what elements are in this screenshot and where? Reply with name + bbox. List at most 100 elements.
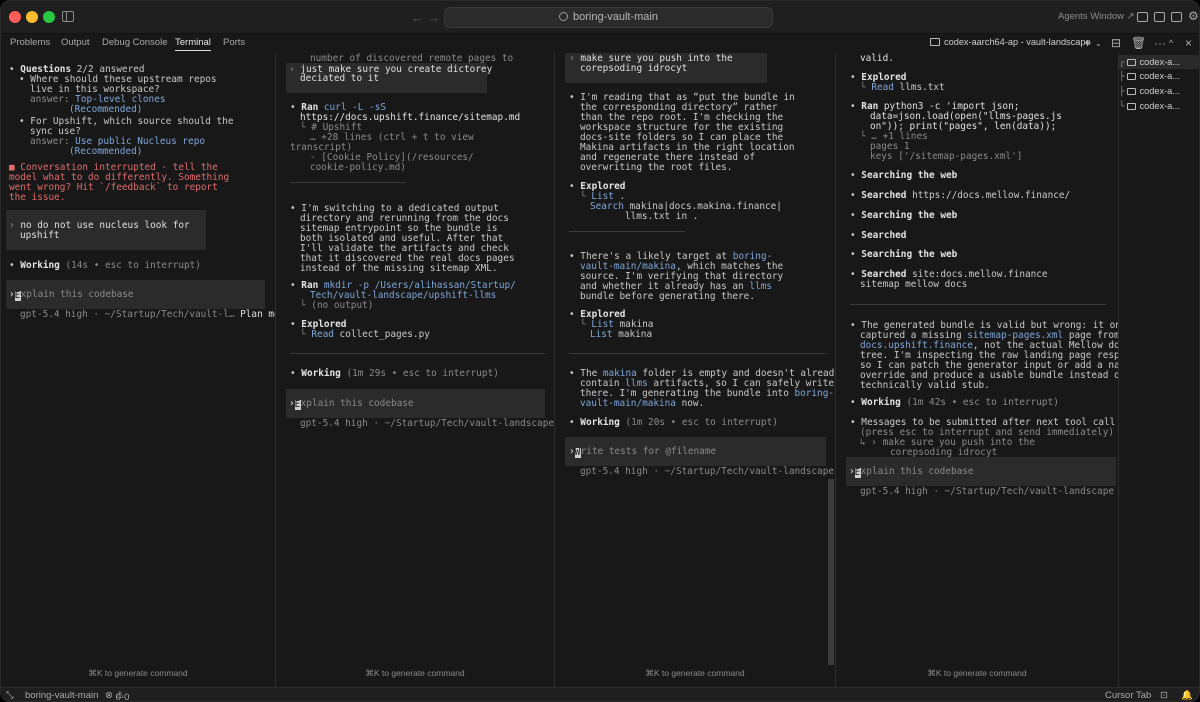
terminal-list-item[interactable]: ┌ codex-a... <box>1119 55 1199 69</box>
forward-arrow-icon[interactable]: → <box>427 10 440 25</box>
ran-output-3: keys ['/sitemap-pages.xml'] <box>870 151 1023 162</box>
tab-terminal[interactable]: Terminal <box>175 37 211 51</box>
cursor-tab-status[interactable]: Cursor Tab <box>1105 690 1151 701</box>
maximize-window-button[interactable] <box>43 11 55 23</box>
user-message-line-2: upshift <box>20 230 60 241</box>
active-terminal-selector[interactable]: codex-aarch64-ap - vault-landscape <box>930 37 1091 47</box>
terminal-pane-1[interactable]: • Questions 2/2 answered • Where should … <box>1 53 276 687</box>
status-bar: ⤡ boring-vault-main ⊗ 0 ⚠ 0 Cursor Tab ⊡… <box>1 687 1199 701</box>
window-title: boring-vault-main <box>573 11 658 23</box>
split-terminal-icon[interactable]: ⊟ <box>1111 36 1121 50</box>
prompt-input[interactable]: ›Explain this codebase <box>289 399 414 410</box>
tab-ports[interactable]: Ports <box>223 37 245 48</box>
remote-icon[interactable]: ⤡ <box>6 690 14 701</box>
read-label: Read <box>311 329 334 340</box>
working-meta: (1m 20s • esc to interrupt) <box>625 417 778 428</box>
prompt-input[interactable]: ›Explain this codebase <box>849 467 974 478</box>
scrolled-text: valid. <box>860 53 894 64</box>
explored-list-2: List makina <box>590 330 652 340</box>
generate-command-hint: ⌘K to generate command <box>365 668 465 678</box>
terminal-list-item[interactable]: ├ codex-a... <box>1119 84 1199 98</box>
divider <box>290 353 545 354</box>
minimize-window-button[interactable] <box>26 11 38 23</box>
divider <box>569 353 827 354</box>
tab-output[interactable]: Output <box>61 37 90 48</box>
prompt-input[interactable]: ›Explain this codebase <box>9 290 134 301</box>
read-file: collect_pages.py <box>339 329 430 340</box>
tab-debug-console[interactable]: Debug Console <box>102 37 168 48</box>
message-line-13: bundle before generating there. <box>580 291 755 302</box>
working-status: • Working (1m 29s • esc to interrupt) <box>290 368 499 379</box>
searched-label: Searched <box>861 190 907 201</box>
new-terminal-icon[interactable]: + <box>1084 36 1091 50</box>
terminal-list-item[interactable]: ├ codex-a... <box>1119 69 1199 83</box>
terminal-list-label: codex-a... <box>1139 101 1180 111</box>
no-output-text: (no output) <box>311 300 374 311</box>
terminal-list: ┌ codex-a... ├ codex-a... ├ codex-a... └ cod… <box>1119 53 1199 687</box>
toggle-secondary-sidebar-icon[interactable] <box>1171 12 1182 22</box>
message-line-7: technically valid stub. <box>860 380 990 391</box>
working-meta: (1m 29s • esc to interrupt) <box>346 368 499 379</box>
model-path: gpt-5.4 high · ~/Startup/Tech/vault-l… <box>20 309 235 320</box>
working-label: Working <box>580 417 620 428</box>
working-status: • Working (14s • esc to interrupt) <box>9 260 201 271</box>
trash-icon[interactable]: 🗑 <box>1131 36 1146 50</box>
problems-indicator[interactable]: ⊗ 0 ⚠ 0 <box>105 690 129 701</box>
more-icon[interactable]: ··· <box>1154 36 1166 50</box>
toggle-sidebar-left-icon[interactable] <box>1137 12 1148 22</box>
terminal-icon <box>930 38 940 46</box>
scrolled-text: number of discovered remote pages to <box>310 53 514 64</box>
terminal-pane-2[interactable]: number of discovered remote pages to › j… <box>276 53 555 687</box>
message-line-7: instead of the missing sitemap XML. <box>300 263 498 274</box>
working-label: Working <box>20 260 60 271</box>
prompt-placeholder: xplain this codebase <box>300 398 414 409</box>
prompt-input[interactable]: ›Write tests for @filename <box>569 447 716 458</box>
explored-read: └ Read llms.txt <box>860 82 945 93</box>
web-search-1: • Searching the web <box>850 170 958 181</box>
web-search-2: • Searched https://docs.mellow.finance/ <box>850 190 1071 201</box>
scrollbar[interactable] <box>828 479 834 665</box>
settings-icon[interactable]: ⚙ <box>1188 9 1199 23</box>
terminal-list-label: codex-a... <box>1139 57 1180 67</box>
explored-read: └ Read collect_pages.py <box>300 329 430 340</box>
interrupt-line-4: the issue. <box>9 192 66 203</box>
sidebar-toggle-icon[interactable] <box>62 11 74 22</box>
working-label: Working <box>301 368 341 379</box>
model-footer: gpt-5.4 high · ~/Startup/Tech/vault-l… P… <box>20 309 275 320</box>
prompt-placeholder: xplain this codebase <box>20 289 134 300</box>
title-bar: ← → boring-vault-main Agents Window ↗ ⚙ <box>1 1 1199 34</box>
chevron-up-icon[interactable]: ^ <box>1169 38 1173 48</box>
terminal-list-item[interactable]: └ codex-a... <box>1119 99 1199 113</box>
searched-value: https://docs.mellow.finance/ <box>912 190 1071 201</box>
recommended-tag: (Recommended) <box>69 146 143 157</box>
agents-window-link[interactable]: Agents Window ↗ <box>1058 11 1135 22</box>
plan-mode-badge: Plan mode <box>240 309 275 320</box>
close-panel-icon[interactable]: × <box>1185 36 1192 50</box>
chevron-down-icon[interactable]: ⌄ <box>1095 39 1102 48</box>
user-message-line-2: corepsoding idrocyt <box>580 63 688 74</box>
model-footer: gpt-5.4 high · ~/Startup/Tech/vault-land… <box>300 418 554 429</box>
toggle-panel-icon[interactable] <box>1154 12 1165 22</box>
notifications-icon[interactable]: 🔔 <box>1181 690 1193 701</box>
branch-name[interactable]: boring-vault-main <box>25 690 98 701</box>
list-label: List <box>590 329 613 340</box>
search-label: Search <box>590 201 624 212</box>
back-arrow-icon[interactable]: ← <box>411 10 424 25</box>
ran-output: └ (no output) <box>300 300 374 311</box>
web-search-5: • Searching the web <box>850 249 958 260</box>
terminal-icon <box>1126 103 1136 110</box>
message-line-17: vault-main/makina now. <box>580 399 704 409</box>
close-window-button[interactable] <box>9 11 21 23</box>
path-text: boring- <box>794 388 834 399</box>
terminal-icon <box>1126 88 1136 95</box>
terminal-pane-3[interactable]: › make sure you push into the corepsodin… <box>555 53 836 687</box>
active-terminal-name: codex-aarch64-ap - vault-landscape <box>944 37 1091 47</box>
searched-label: Searched <box>861 230 907 241</box>
terminal-pane-4[interactable]: valid. • Explored └ Read llms.txt • Ran … <box>836 53 1119 687</box>
chat-icon[interactable]: ⊡ <box>1160 690 1168 701</box>
command-center-search[interactable]: boring-vault-main <box>444 7 773 28</box>
app-window: ← → boring-vault-main Agents Window ↗ ⚙ … <box>0 0 1200 702</box>
terminal-list-label: codex-a... <box>1139 71 1180 81</box>
working-status: • Working (1m 20s • esc to interrupt) <box>569 417 778 428</box>
tab-problems[interactable]: Problems <box>10 37 50 48</box>
